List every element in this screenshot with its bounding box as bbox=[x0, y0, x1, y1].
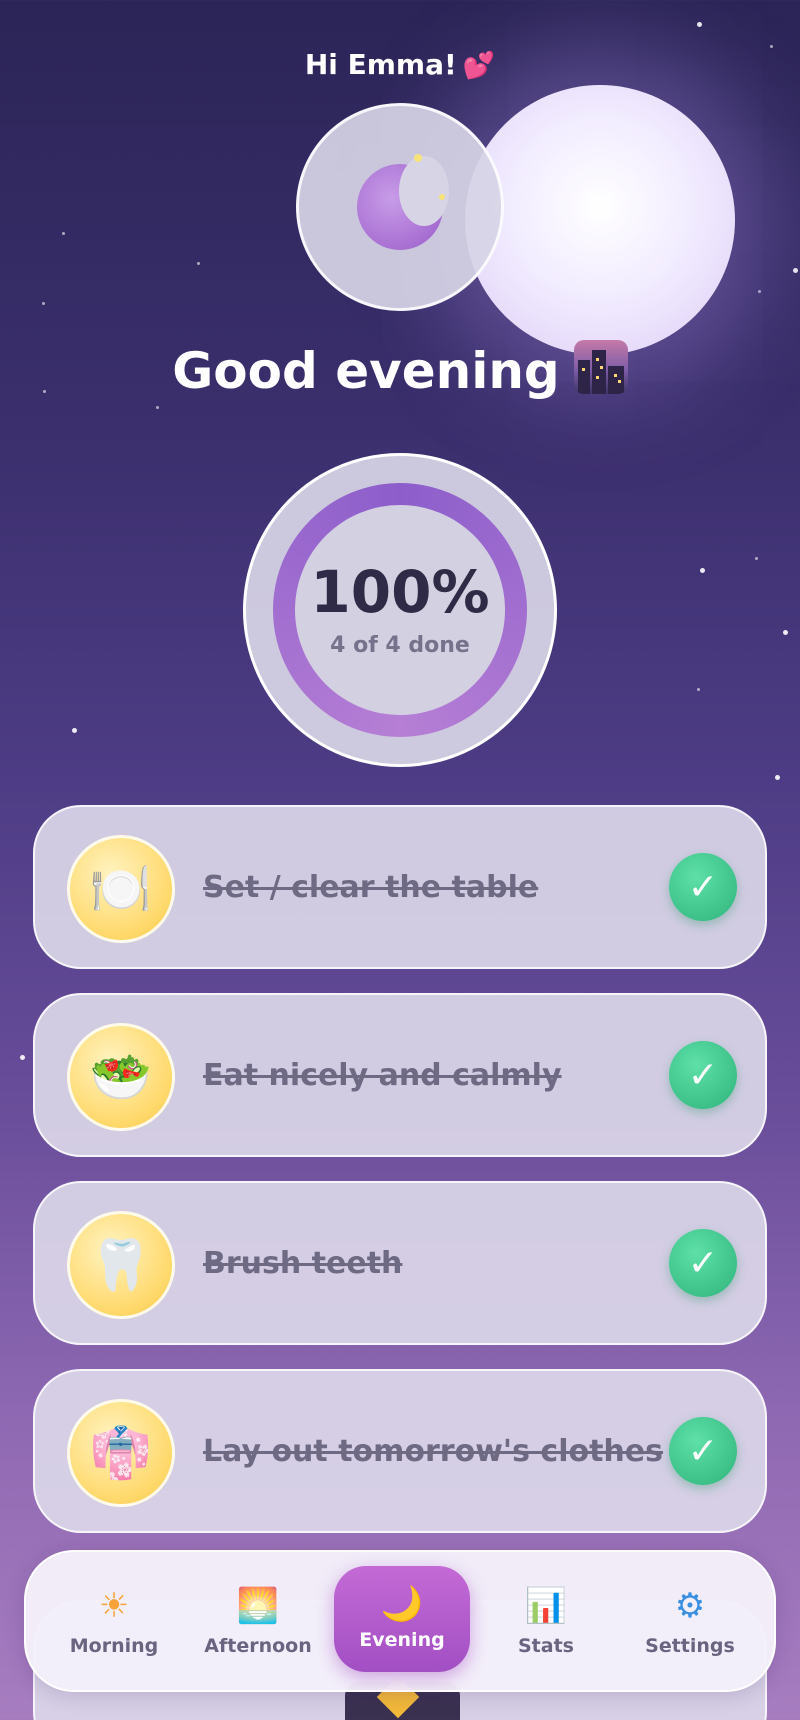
nav-item-stats[interactable]: 📊 Stats bbox=[476, 1552, 616, 1694]
nav-label: Afternoon bbox=[204, 1635, 312, 1657]
star bbox=[62, 232, 65, 235]
progress-count: 4 of 4 done bbox=[330, 632, 470, 658]
tooth-icon: 🦷 bbox=[67, 1211, 175, 1319]
star bbox=[20, 1055, 25, 1060]
star bbox=[697, 22, 702, 27]
plate-cutlery-icon: 🍽️ bbox=[67, 835, 175, 943]
sun-icon: ☀ bbox=[98, 1586, 130, 1626]
nav-item-afternoon[interactable]: 🌅 Afternoon bbox=[188, 1552, 328, 1694]
star bbox=[72, 728, 77, 733]
night-city-icon bbox=[573, 340, 628, 394]
sunset-icon: 🌅 bbox=[236, 1586, 280, 1626]
salad-bowl-icon: 🥗 bbox=[67, 1023, 175, 1131]
task-card[interactable]: 🦷 Brush teeth ✓ bbox=[33, 1181, 767, 1345]
greeting-text: Hi Emma! bbox=[304, 48, 457, 81]
star bbox=[156, 406, 159, 409]
page-title: Good evening bbox=[0, 340, 800, 400]
star bbox=[197, 262, 200, 265]
star bbox=[758, 290, 761, 293]
check-icon[interactable]: ✓ bbox=[669, 1041, 737, 1109]
avatar[interactable] bbox=[296, 103, 504, 311]
task-card[interactable]: 🍽️ Set / clear the table ✓ bbox=[33, 805, 767, 969]
check-icon[interactable]: ✓ bbox=[669, 1229, 737, 1297]
heart-icon: 💕 bbox=[462, 51, 496, 81]
gear-icon: ⚙ bbox=[674, 1586, 706, 1626]
star bbox=[775, 775, 780, 780]
bottom-nav: ☀ Morning 🌅 Afternoon 🌙 Evening 📊 Stats … bbox=[24, 1550, 776, 1692]
task-card[interactable]: 🥗 Eat nicely and calmly ✓ bbox=[33, 993, 767, 1157]
nav-item-settings[interactable]: ⚙ Settings bbox=[620, 1552, 760, 1694]
task-card[interactable]: 👘 Lay out tomorrow's clothes ✓ bbox=[33, 1369, 767, 1533]
greeting: Hi Emma! 💕 bbox=[0, 48, 800, 81]
kimono-icon: 👘 bbox=[67, 1399, 175, 1507]
task-label: Set / clear the table bbox=[203, 869, 539, 905]
sparkle-dot bbox=[414, 154, 422, 162]
star bbox=[697, 688, 700, 691]
nav-label: Settings bbox=[645, 1635, 735, 1657]
page-title-text: Good evening bbox=[172, 342, 560, 400]
nav-item-morning[interactable]: ☀ Morning bbox=[44, 1552, 184, 1694]
star bbox=[755, 557, 758, 560]
star bbox=[793, 268, 798, 273]
star bbox=[783, 630, 788, 635]
star bbox=[700, 568, 705, 573]
progress-arc: 100% 4 of 4 done bbox=[273, 483, 527, 737]
star bbox=[42, 302, 45, 305]
task-label: Eat nicely and calmly bbox=[203, 1057, 562, 1093]
task-label: Brush teeth bbox=[203, 1245, 403, 1281]
check-icon[interactable]: ✓ bbox=[669, 1417, 737, 1485]
nav-label: Stats bbox=[518, 1635, 574, 1657]
progress-center: 100% 4 of 4 done bbox=[295, 505, 505, 715]
nav-label: Evening bbox=[359, 1629, 445, 1651]
check-icon[interactable]: ✓ bbox=[669, 853, 737, 921]
moon-icon: 🌙 bbox=[380, 1584, 424, 1624]
progress-ring: 100% 4 of 4 done bbox=[243, 453, 557, 767]
task-label: Lay out tomorrow's clothes bbox=[203, 1433, 663, 1469]
nav-item-evening[interactable]: 🌙 Evening bbox=[334, 1566, 470, 1672]
progress-percent: 100% bbox=[310, 557, 490, 626]
moon-decoration bbox=[465, 85, 735, 355]
nav-label: Morning bbox=[69, 1635, 159, 1657]
bar-chart-icon: 📊 bbox=[524, 1586, 568, 1626]
sparkle-dot bbox=[439, 194, 445, 200]
crescent-moon-icon bbox=[357, 156, 449, 250]
